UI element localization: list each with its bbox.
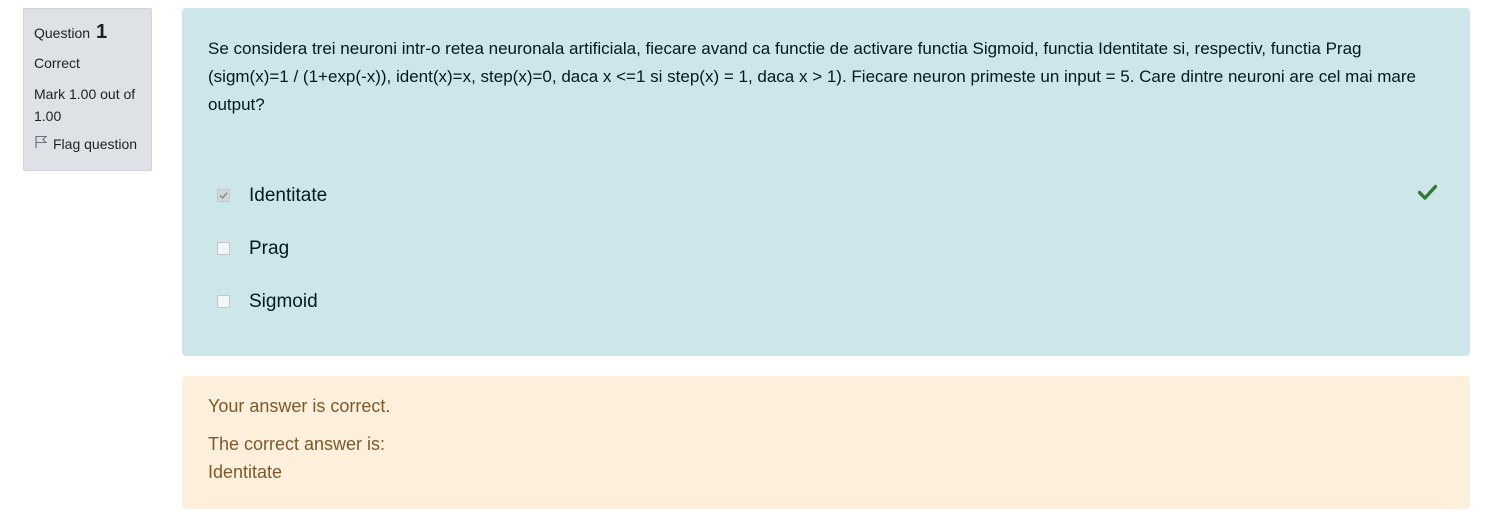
question-label: Question <box>34 25 91 41</box>
answer-label: Identitate <box>249 185 328 206</box>
answer-label: Prag <box>249 238 290 259</box>
flag-icon <box>34 135 53 152</box>
question-info-panel: Question 1 Correct Mark 1.00 out of 1.00… <box>23 8 152 171</box>
question-outcome: Your answer is correct. The correct answ… <box>182 376 1470 509</box>
answer-checkbox[interactable] <box>217 242 230 255</box>
question-grade: Mark 1.00 out of 1.00 <box>34 86 136 124</box>
answer-checkbox[interactable] <box>217 295 230 308</box>
answer-checkbox[interactable] <box>217 189 230 202</box>
answer-option[interactable]: Sigmoid <box>217 289 1437 342</box>
question-state: Correct <box>34 55 80 71</box>
right-answer-value: Identitate <box>208 462 283 482</box>
answer-option[interactable]: Identitate <box>217 183 1438 236</box>
question-formulation: Se considera trei neuroni intr-o retea n… <box>182 8 1470 356</box>
flag-question-button[interactable]: Flag question <box>34 135 141 152</box>
question-number: 1 <box>95 21 108 43</box>
right-answer-intro: The correct answer is: <box>208 434 386 454</box>
right-answer: The correct answer is: Identitate <box>208 430 1444 486</box>
answer-label: Sigmoid <box>249 291 318 312</box>
checkbox-check-icon <box>219 192 228 200</box>
answer-feedback: Your answer is correct. <box>208 396 391 416</box>
answer-list: Identitate Prag Sigmoid <box>217 183 1438 342</box>
check-icon <box>1417 184 1438 205</box>
question-text: Se considera trei neuroni intr-o retea n… <box>208 39 1417 114</box>
question-number-line: Question 1 <box>34 21 141 44</box>
answer-option[interactable]: Prag <box>217 236 1437 289</box>
flag-question-label: Flag question <box>53 135 138 152</box>
